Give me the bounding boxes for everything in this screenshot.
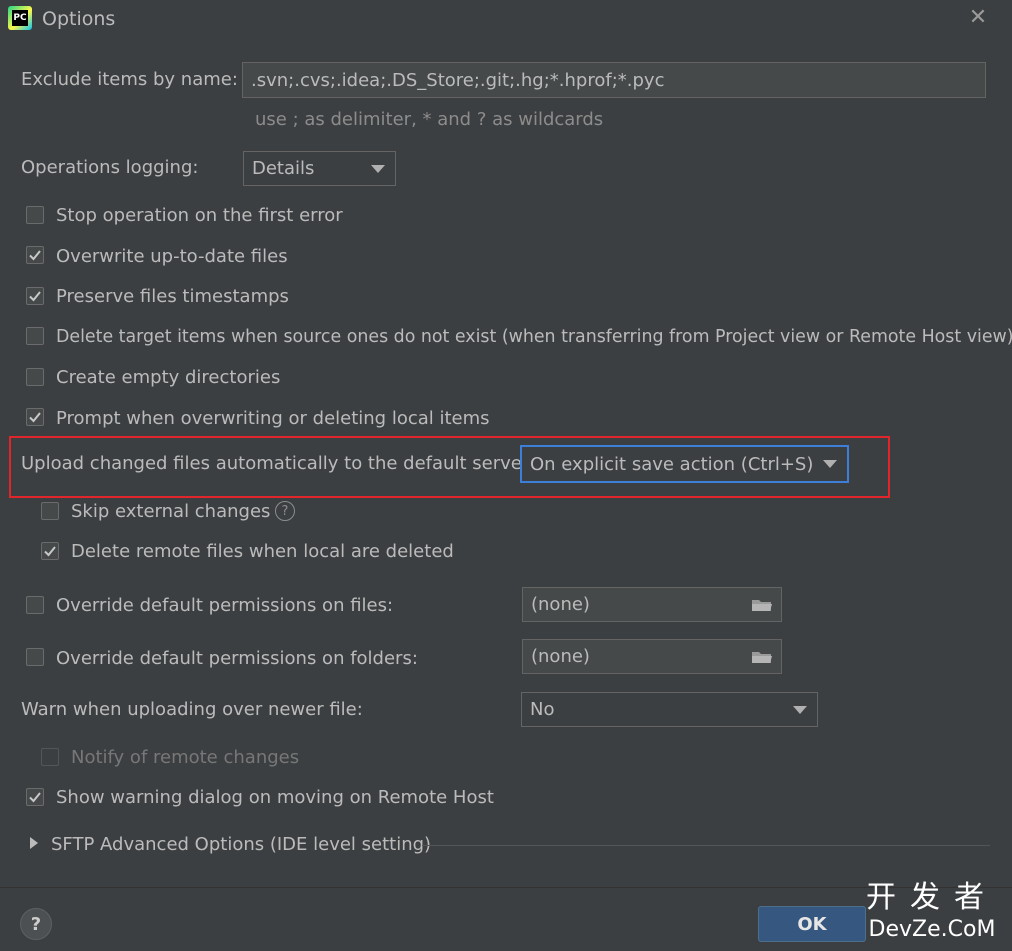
skip-external-checkbox[interactable] [41, 502, 59, 520]
operations-logging-value: Details [252, 158, 315, 179]
exclude-items-label: Exclude items by name: [21, 69, 238, 90]
prompt-overwriting-label: Prompt when overwriting or deleting loca… [56, 408, 490, 429]
dialog-title: Options [42, 8, 116, 30]
delete-remote-label: Delete remote files when local are delet… [71, 541, 454, 562]
checkmark-icon [44, 546, 56, 557]
files-permissions-input[interactable]: (none) [522, 587, 782, 622]
close-icon[interactable]: ✕ [966, 6, 990, 30]
preserve-timestamps-label: Preserve files timestamps [56, 286, 289, 307]
folders-permissions-value: (none) [531, 646, 590, 667]
folder-icon[interactable] [751, 649, 773, 665]
upload-automatically-label: Upload changed files automatically to th… [21, 453, 530, 474]
watermark-line1: 开发者 [866, 880, 998, 915]
overwrite-up-to-date-label: Overwrite up-to-date files [56, 246, 288, 267]
help-icon[interactable]: ? [275, 501, 295, 521]
chevron-down-icon [371, 164, 385, 173]
folders-permissions-input[interactable]: (none) [522, 639, 782, 674]
override-files-label: Override default permissions on files: [56, 595, 394, 616]
folder-icon[interactable] [751, 597, 773, 613]
watermark: 开发者 DevZe.CoM [852, 880, 1012, 950]
exclude-items-hint: use ; as delimiter, * and ? as wildcards [255, 109, 604, 130]
warn-newer-dropdown[interactable]: No [521, 692, 818, 727]
separator [422, 845, 990, 846]
show-warning-dialog-label: Show warning dialog on moving on Remote … [56, 787, 494, 808]
warn-newer-label: Warn when uploading over newer file: [21, 699, 363, 720]
upload-automatically-value: On explicit save action (Ctrl+S) [530, 453, 814, 475]
checkmark-icon [29, 291, 41, 302]
operations-logging-label: Operations logging: [21, 157, 199, 178]
app-icon: PC [8, 6, 32, 30]
stop-on-error-checkbox[interactable] [26, 206, 44, 224]
watermark-line2: DevZe.CoM [868, 917, 996, 942]
override-files-checkbox[interactable] [26, 596, 44, 614]
notify-remote-label: Notify of remote changes [71, 747, 300, 768]
checkmark-icon [29, 412, 41, 423]
stop-on-error-label: Stop operation on the first error [56, 205, 343, 226]
skip-external-label: Skip external changes [71, 501, 271, 522]
override-folders-checkbox[interactable] [26, 648, 44, 666]
warn-newer-value: No [530, 699, 555, 720]
checkmark-icon [29, 250, 41, 261]
files-permissions-value: (none) [531, 594, 590, 615]
help-button[interactable]: ? [20, 908, 52, 940]
exclude-items-input[interactable]: .svn;.cvs;.idea;.DS_Store;.git;.hg;*.hpr… [242, 62, 986, 98]
delete-target-items-checkbox[interactable] [26, 327, 44, 345]
override-folders-label: Override default permissions on folders: [56, 648, 418, 669]
create-empty-dirs-checkbox[interactable] [26, 368, 44, 386]
delete-target-items-label: Delete target items when source ones do … [56, 327, 1012, 347]
operations-logging-dropdown[interactable]: Details [243, 151, 396, 186]
app-icon-text: PC [12, 10, 28, 26]
create-empty-dirs-label: Create empty directories [56, 367, 281, 388]
show-warning-dialog-checkbox[interactable] [26, 788, 44, 806]
notify-remote-checkbox[interactable] [41, 748, 59, 766]
prompt-overwriting-checkbox[interactable] [26, 408, 44, 426]
overwrite-up-to-date-checkbox[interactable] [26, 246, 44, 264]
expand-triangle-icon[interactable] [30, 837, 38, 849]
preserve-timestamps-checkbox[interactable] [26, 287, 44, 305]
chevron-down-icon [823, 460, 837, 468]
upload-automatically-dropdown[interactable]: On explicit save action (Ctrl+S) [520, 445, 849, 483]
ok-button[interactable]: OK [758, 906, 866, 942]
sftp-advanced-toggle[interactable]: SFTP Advanced Options (IDE level setting… [51, 834, 431, 855]
chevron-down-icon [793, 705, 807, 714]
checkmark-icon [29, 792, 41, 803]
delete-remote-checkbox[interactable] [41, 542, 59, 560]
